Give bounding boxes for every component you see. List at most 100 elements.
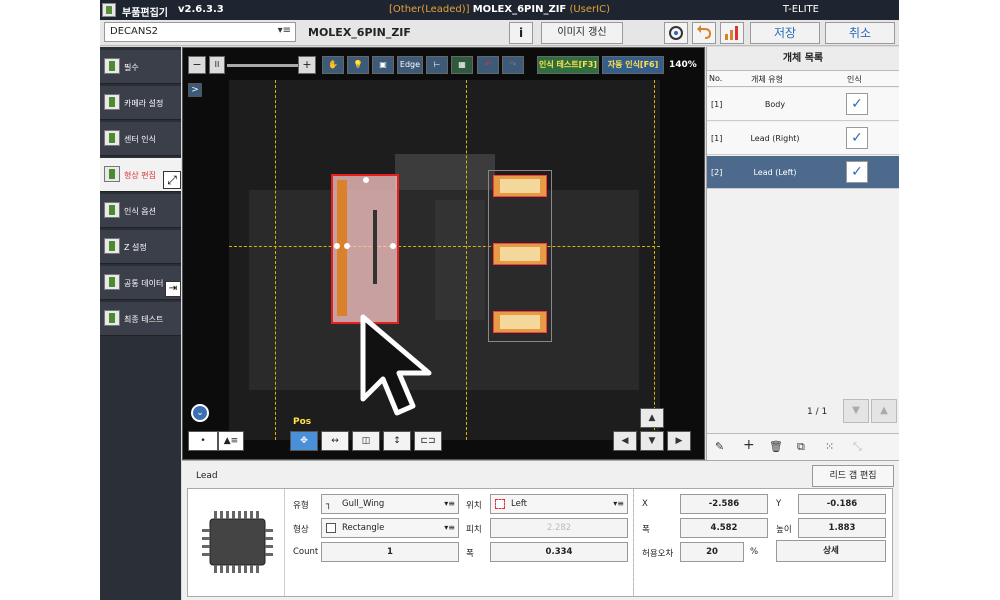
h-value[interactable]: 1.883 bbox=[798, 518, 886, 538]
resize-handle-right[interactable] bbox=[390, 243, 396, 249]
magic-wand-icon[interactable]: ✎ bbox=[715, 440, 724, 453]
sidebar-item-common-data[interactable]: 공통 데이터 ⇥ bbox=[100, 266, 181, 300]
page-down-icon[interactable]: ▼ bbox=[843, 399, 869, 423]
copy-icon[interactable]: ⧉ bbox=[797, 440, 805, 454]
col-type: 개체 유형 bbox=[751, 75, 783, 84]
trash-icon[interactable]: 🗑 bbox=[769, 440, 783, 453]
detail-button[interactable]: 상세 bbox=[776, 540, 886, 562]
sidebar-item-label: 최종 테스트 bbox=[124, 315, 164, 324]
position-select[interactable]: Left ▾≡ bbox=[490, 494, 628, 514]
undo-history-button[interactable] bbox=[692, 22, 716, 44]
guide-line-right bbox=[654, 80, 655, 440]
auto-recog-button[interactable]: 자동 인식[F6] bbox=[602, 56, 664, 74]
guide-line-horizontal bbox=[229, 246, 660, 247]
count-value[interactable]: 1 bbox=[321, 542, 459, 562]
lead-right-1[interactable] bbox=[493, 175, 547, 197]
shape-value: Rectangle bbox=[342, 523, 385, 533]
chip-icon[interactable]: ▦ bbox=[451, 56, 473, 74]
w-value[interactable]: 4.582 bbox=[680, 518, 768, 538]
pan-hand-icon[interactable]: ✋ bbox=[322, 56, 344, 74]
recog-checkbox[interactable]: ✓ bbox=[846, 93, 868, 115]
machine-select[interactable]: DECANS2 ▾≡ bbox=[104, 22, 296, 42]
zoom-out-button[interactable]: − bbox=[188, 56, 206, 74]
grid-icon[interactable]: ⁙ bbox=[825, 440, 834, 453]
y-value[interactable]: -0.186 bbox=[798, 494, 886, 514]
viewer-toolbar: − II + ✋ 💡 ▣ Edge ⊢ ▦ ↶ ↷ 인식 테스트[F3] 자동 … bbox=[183, 48, 704, 80]
recog-checkbox[interactable]: ✓ bbox=[846, 127, 868, 149]
height-tool-icon[interactable]: ↕ bbox=[383, 431, 411, 451]
light-bulb-icon[interactable]: 💡 bbox=[347, 56, 369, 74]
recognize-settings-button[interactable] bbox=[664, 22, 688, 44]
object-row-lead-left[interactable]: [2] Lead (Left) ✓ bbox=[707, 156, 899, 189]
title-bar: 부품편집기 v2.6.3.3 [Other(Leaded)] MOLEX_6PI… bbox=[100, 0, 899, 20]
scroll-down-icon[interactable]: ⌄ bbox=[191, 404, 209, 422]
user-tag: (UserIC) bbox=[569, 4, 610, 15]
page-indicator: 1 / 1 bbox=[807, 407, 828, 417]
lead-inner bbox=[500, 315, 540, 329]
gap-tool-icon[interactable]: ⊏⊐ bbox=[414, 431, 442, 451]
camera-gear-icon bbox=[104, 94, 120, 110]
sidebar-item-final-test[interactable]: 최종 테스트 bbox=[100, 302, 181, 336]
page-up-icon[interactable]: ▲ bbox=[871, 399, 897, 423]
fullscreen-icon[interactable]: ⤢ bbox=[163, 171, 181, 189]
x-value[interactable]: -2.586 bbox=[680, 494, 768, 514]
nav-right-icon[interactable]: ▶ bbox=[667, 431, 691, 451]
camera-image[interactable] bbox=[229, 80, 660, 440]
sidebar-item-shape-edit[interactable]: 형상 편집 ⤢ bbox=[100, 158, 181, 192]
save-button[interactable]: 저장 bbox=[750, 22, 820, 44]
tolerance-value[interactable]: 20 bbox=[680, 542, 744, 562]
resize-handle-top[interactable] bbox=[363, 177, 369, 183]
recog-test-button[interactable]: 인식 테스트[F3] bbox=[537, 56, 599, 74]
sidebar-item-z[interactable]: Z 설정 bbox=[100, 230, 181, 264]
recog-checkbox[interactable]: ✓ bbox=[846, 161, 868, 183]
lead-right-3[interactable] bbox=[493, 311, 547, 333]
edge-button[interactable]: Edge bbox=[397, 56, 423, 74]
title-part-name: MOLEX_6PIN_ZIF bbox=[472, 4, 567, 15]
save-image-icon[interactable]: ▣ bbox=[372, 56, 394, 74]
axis-icon[interactable]: ⊢ bbox=[426, 56, 448, 74]
undo-icon[interactable]: ↶ bbox=[477, 56, 499, 74]
sidebar-item-recog-option[interactable]: 인식 옵션 bbox=[100, 194, 181, 228]
expand-panel-button[interactable]: > bbox=[188, 83, 202, 97]
sidebar-item-required[interactable]: 필수 bbox=[100, 50, 181, 84]
lead-gap-edit-button[interactable]: 리드 갭 편집 bbox=[812, 465, 894, 487]
nav-up-icon[interactable]: ▲ bbox=[640, 408, 664, 428]
resize-handle-left[interactable] bbox=[334, 243, 340, 249]
selected-lead-left[interactable] bbox=[331, 174, 399, 324]
sidebar-item-center[interactable]: 센터 인식 bbox=[100, 122, 181, 156]
refresh-image-button[interactable]: 이미지 갱신 bbox=[541, 22, 623, 44]
object-row-body[interactable]: [1] Body ✓ bbox=[707, 88, 899, 121]
tolerance-label: 허용오차 bbox=[642, 549, 674, 559]
object-row-lead-right[interactable]: [1] Lead (Right) ✓ bbox=[707, 122, 899, 155]
statistics-button[interactable] bbox=[720, 22, 744, 44]
flip-h-icon[interactable]: ◫ bbox=[352, 431, 380, 451]
move-tool-icon[interactable]: ✥ bbox=[290, 431, 318, 451]
import-icon[interactable]: ⇥ bbox=[165, 281, 181, 297]
zoom-in-button[interactable]: + bbox=[298, 56, 316, 74]
row-no: [1] bbox=[711, 134, 723, 143]
zoom-slider[interactable] bbox=[227, 64, 303, 67]
resize-handle-left-inner[interactable] bbox=[344, 243, 350, 249]
info-button[interactable]: i bbox=[509, 22, 533, 44]
redo-icon[interactable]: ↷ bbox=[502, 56, 524, 74]
image-viewer[interactable]: − II + ✋ 💡 ▣ Edge ⊢ ▦ ↶ ↷ 인식 테스트[F3] 자동 … bbox=[182, 47, 705, 460]
top-toolbar: DECANS2 ▾≡ i 이미지 갱신 저장 취소 bbox=[100, 20, 899, 46]
add-icon[interactable]: + bbox=[743, 437, 755, 453]
type-select[interactable]: ┐ Gull_Wing ▾≡ bbox=[321, 494, 459, 514]
point-menu-button[interactable]: ▲≡ bbox=[218, 431, 244, 451]
lead-right-2[interactable] bbox=[493, 243, 547, 265]
nav-down-icon[interactable]: ▼ bbox=[640, 431, 664, 451]
lead-width-value[interactable]: 0.334 bbox=[490, 542, 628, 562]
sidebar-item-label: 공통 데이터 bbox=[124, 279, 164, 288]
shape-edit-icon bbox=[104, 166, 120, 182]
zoom-slider-thumb[interactable]: II bbox=[209, 56, 225, 74]
cancel-button[interactable]: 취소 bbox=[825, 22, 895, 44]
nav-left-icon[interactable]: ◀ bbox=[613, 431, 637, 451]
width-tool-icon[interactable]: ↔ bbox=[321, 431, 349, 451]
sidebar-item-camera[interactable]: 카메라 설정 bbox=[100, 86, 181, 120]
shape-select[interactable]: Rectangle ▾≡ bbox=[321, 518, 459, 538]
count-label: Count bbox=[293, 547, 319, 557]
sidebar-item-label: 필수 bbox=[124, 63, 139, 72]
gear-icon bbox=[669, 26, 683, 40]
point-mode-button[interactable]: • bbox=[188, 431, 218, 451]
